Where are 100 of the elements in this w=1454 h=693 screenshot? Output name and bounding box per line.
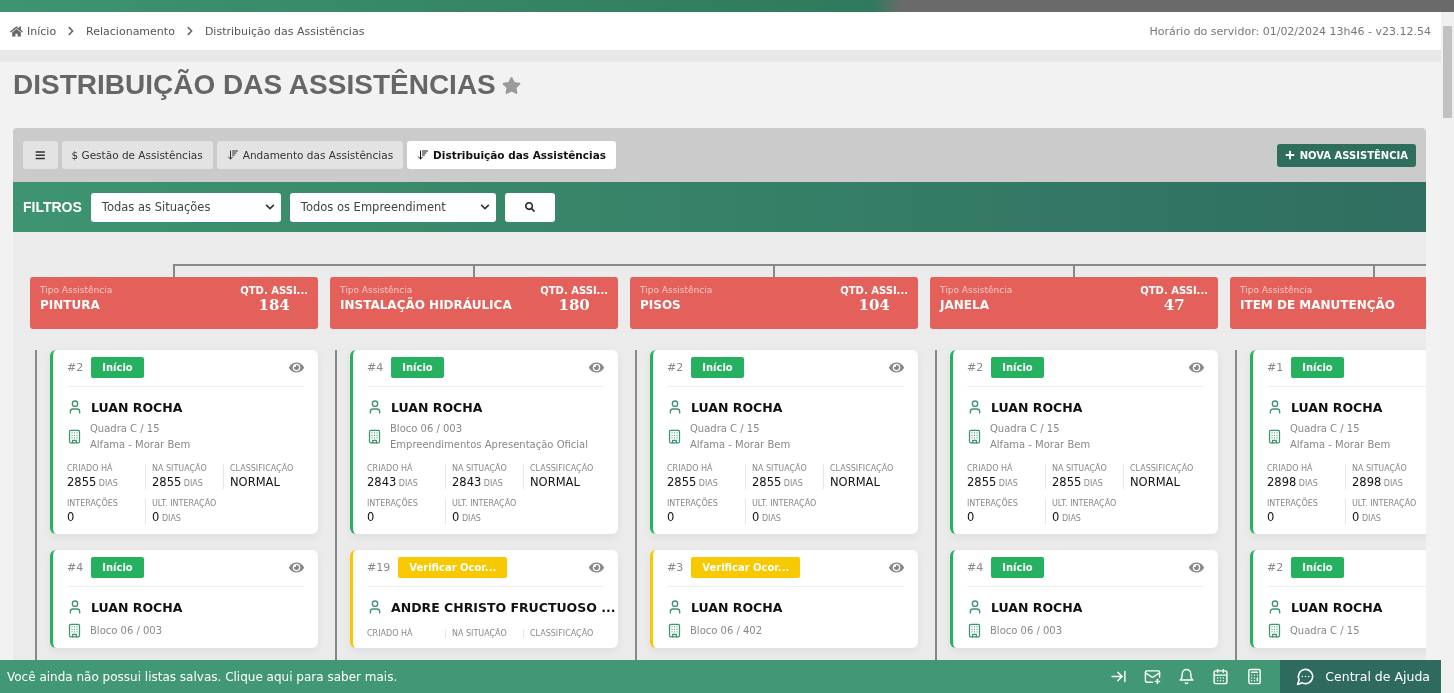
address-line: Alfama - Morar Bem xyxy=(1290,439,1391,450)
address-line: Alfama - Morar Bem xyxy=(990,439,1091,450)
eye-icon[interactable] xyxy=(289,360,304,375)
search-icon xyxy=(524,202,535,212)
calendar-icon[interactable] xyxy=(1212,668,1230,685)
card-number: #2 xyxy=(67,361,84,374)
plus-icon xyxy=(1284,150,1295,160)
quantity-value: 104 xyxy=(858,296,890,314)
address-line: Bloco 06 / 003 xyxy=(390,423,464,434)
menu-button[interactable] xyxy=(23,141,58,169)
tab[interactable]: Andamento das Assistências xyxy=(216,141,404,169)
card-number: #3 xyxy=(667,561,684,574)
stat-label: CLASSIFICAÇÃO xyxy=(530,629,595,638)
person-icon xyxy=(367,399,383,415)
stat-label: CLASSIFICAÇÃO xyxy=(1130,464,1195,473)
stat-value: NORMAL xyxy=(530,475,581,489)
bell-icon[interactable] xyxy=(1178,668,1196,685)
breadcrumb-link[interactable]: Relacionamento xyxy=(86,24,175,38)
calculator-icon[interactable] xyxy=(1246,668,1264,685)
address-line: Quadra C / 15 xyxy=(1290,423,1361,434)
breadcrumb-link[interactable]: Distribuição das Assistências xyxy=(204,24,365,38)
filter-select[interactable]: Todos os Empreendiment xyxy=(289,192,496,222)
eye-icon[interactable] xyxy=(589,360,604,375)
address-line: Bloco 06 / 003 xyxy=(990,625,1063,636)
card-number: #2 xyxy=(1267,561,1284,574)
customer-name: LUAN ROCHA xyxy=(691,399,783,415)
breadcrumb-link[interactable]: Início xyxy=(27,24,57,38)
page-title: DISTRIBUIÇÃO DAS ASSISTÊNCIAS xyxy=(13,69,496,101)
card-number: #4 xyxy=(367,361,384,374)
filter-label: FILTROS xyxy=(23,199,82,215)
building-icon xyxy=(967,623,982,638)
type-label: Tipo Assistência xyxy=(640,285,713,295)
home-icon[interactable] xyxy=(10,24,23,38)
customer-name: LUAN ROCHA xyxy=(91,399,183,415)
stat-value: NORMAL xyxy=(1130,475,1181,489)
stat-value: 0 xyxy=(67,510,76,524)
building-icon xyxy=(67,429,82,444)
mail-icon[interactable] xyxy=(1144,668,1162,685)
stat-value: 2898 DIAS xyxy=(1267,475,1319,489)
help-center-button[interactable]: Central de Ajuda xyxy=(1280,660,1441,693)
chat-icon xyxy=(1296,667,1316,686)
stat-value: 2855 DIAS xyxy=(667,475,719,489)
eye-icon[interactable] xyxy=(889,560,904,575)
type-label: Tipo Assistência xyxy=(40,285,113,295)
stat-label: CRIADO HÁ xyxy=(667,464,714,473)
status-badge: Início xyxy=(391,357,444,378)
card-number: #1 xyxy=(1267,361,1284,374)
collapse-icon[interactable] xyxy=(1110,668,1128,685)
person-icon xyxy=(667,599,683,615)
type-name: PISOS xyxy=(640,298,682,312)
star-icon[interactable] xyxy=(501,75,521,95)
quantity-label: QTD. ASSI... xyxy=(240,285,308,296)
building-icon xyxy=(1267,429,1282,444)
stat-value: 2898 DIAS xyxy=(1352,475,1404,489)
eye-icon[interactable] xyxy=(289,560,304,575)
tab[interactable]: $ Gestão de Assistências xyxy=(61,141,213,169)
stat-label: INTERAÇÕES xyxy=(1267,499,1319,508)
quantity-value: 184 xyxy=(258,296,290,314)
tab[interactable]: Distribuição das Assistências xyxy=(407,141,616,169)
address-line: Alfama - Morar Bem xyxy=(90,439,191,450)
eye-icon[interactable] xyxy=(1189,360,1204,375)
stat-label: NA SITUAÇÃO xyxy=(1052,464,1108,473)
chevron-down-icon xyxy=(264,202,275,212)
stat-value: NORMAL xyxy=(830,475,881,489)
saved-lists-link[interactable]: Você ainda não possui listas salvas. Clique aqui para saber mais. xyxy=(0,669,398,684)
stat-value: 2855 DIAS xyxy=(752,475,804,489)
card-number: #4 xyxy=(967,561,984,574)
stat-value: 2855 DIAS xyxy=(1052,475,1104,489)
menu-icon xyxy=(35,149,46,161)
stat-label: NA SITUAÇÃO xyxy=(452,629,508,638)
stat-label: ULT. INTERAÇÃO xyxy=(452,499,518,508)
filter-select[interactable]: Todas as Situações xyxy=(90,192,281,222)
type-label: Tipo Assistência xyxy=(940,285,1013,295)
stat-value: NORMAL xyxy=(230,475,281,489)
quantity-label: QTD. ASSI... xyxy=(840,285,908,296)
type-name: INSTALAÇÃO HIDRÁULICA xyxy=(340,298,512,312)
status-badge: Início xyxy=(991,557,1044,578)
eye-icon[interactable] xyxy=(889,360,904,375)
status-badge: Verificar Ocor... xyxy=(691,557,801,578)
building-icon xyxy=(667,429,682,444)
stat-value: 0 DIAS xyxy=(1052,510,1082,524)
card-number: #4 xyxy=(67,561,84,574)
eye-icon[interactable] xyxy=(1189,560,1204,575)
sort-icon xyxy=(417,149,430,161)
search-button[interactable] xyxy=(504,192,555,222)
stat-value: 0 DIAS xyxy=(1352,510,1382,524)
status-badge: Verificar Ocor... xyxy=(398,557,508,578)
eye-icon[interactable] xyxy=(589,560,604,575)
status-badge: Início xyxy=(91,357,144,378)
address-line: Quadra C / 15 xyxy=(1290,625,1360,636)
address-line: Empreendimentos Apresentação Oficial xyxy=(390,439,588,450)
person-icon xyxy=(1267,599,1283,615)
stat-label: CRIADO HÁ xyxy=(1267,464,1314,473)
customer-name: LUAN ROCHA xyxy=(391,399,483,415)
stat-label: ULT. INTERAÇÃO xyxy=(752,499,818,508)
building-icon xyxy=(1267,623,1282,638)
new-assistance-button[interactable]: NOVA ASSISTÊNCIA xyxy=(1276,143,1416,167)
stat-value: 0 xyxy=(367,510,376,524)
type-name: JANELA xyxy=(940,298,990,312)
stat-label: ULT. INTERAÇÃO xyxy=(1052,499,1118,508)
